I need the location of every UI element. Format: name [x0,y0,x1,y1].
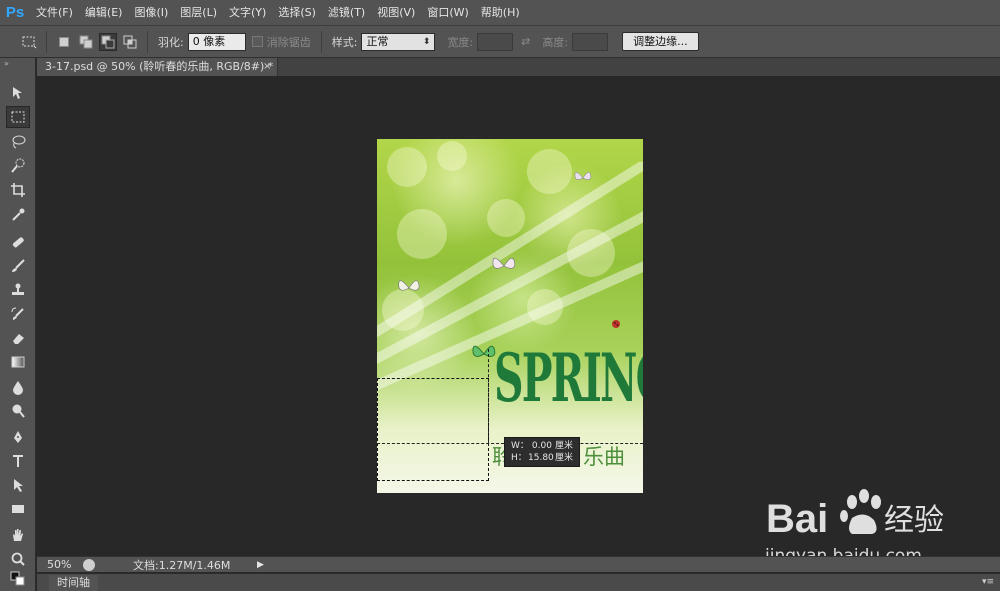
width-input[interactable] [477,32,514,51]
close-icon[interactable]: × [263,58,271,76]
tooltip-height-row: H： 15.80 厘米 [511,452,573,464]
history-brush-icon[interactable] [6,303,30,325]
tooltip-h-unit: 厘米 [554,453,573,463]
document-info: 文档:1.27M/1.46M [133,558,231,572]
tooltip-h-value: 15.80 [528,453,554,463]
bokeh-light [387,147,427,187]
tools-panel: » [0,58,36,591]
baidu-brand-left: Bai [766,497,828,541]
subtitle-right: 乐曲 [583,445,625,469]
tooltip-w-unit: 厘米 [554,441,573,451]
spring-title: SPRING [494,339,643,417]
menu-bar: Ps 文件(F) 编辑(E) 图像(I) 图层(L) 文字(Y) 选择(S) 滤… [0,0,1000,25]
width-label: 宽度: [447,35,474,49]
tooltip-h-label: H： [511,453,527,463]
options-bar: 羽化: 0 像素 消除锯齿 样式: 正常 ⬍ 宽度: ⇄ 高度: 调整边缘... [0,25,1000,58]
menu-select[interactable]: 选择(S) [272,0,322,25]
options-divider [46,30,47,53]
lasso-icon[interactable] [6,131,30,153]
healing-brush-icon[interactable] [6,231,30,253]
options-divider [147,30,148,53]
blur-icon[interactable] [6,376,30,398]
menu-image[interactable]: 图像(I) [128,0,174,25]
butterfly-icon [398,280,420,291]
swap-dimensions-icon[interactable]: ⇄ [513,35,538,48]
panel-menu-icon[interactable]: ▾≡ [982,574,994,590]
menu-view[interactable]: 视图(V) [371,0,421,25]
pen-icon[interactable] [6,426,30,448]
quick-select-icon[interactable] [6,155,30,177]
menu-filter[interactable]: 滤镜(T) [322,0,371,25]
timeline-tab[interactable]: 时间轴 [49,575,98,591]
tooltip-w-value: 0.00 [531,441,552,451]
color-swatches-icon[interactable] [6,568,30,590]
baidu-brand-right: 经验 [884,503,944,538]
crop-icon[interactable] [6,179,30,201]
bokeh-light [487,199,525,237]
document-tab-bar: 3-17.psd @ 50% (聆听春的乐曲, RGB/8#) * × [37,58,1000,76]
bokeh-light [437,141,467,171]
eraser-icon[interactable] [6,327,30,349]
selection-guide-vertical [488,349,489,443]
menu-type[interactable]: 文字(Y) [223,0,272,25]
dodge-icon[interactable] [6,400,30,422]
feather-input[interactable]: 0 像素 [187,32,246,51]
status-bar: 50% 文档:1.27M/1.46M ▶ [37,556,1000,572]
style-select[interactable]: 正常 ⬍ [361,32,436,51]
select-arrows-icon: ⬍ [422,36,431,47]
path-select-icon[interactable] [6,474,30,496]
add-selection-icon[interactable] [77,33,95,51]
rectangle-shape-icon[interactable] [6,498,30,520]
butterfly-icon [574,172,592,180]
tool-preset-picker-icon[interactable] [20,33,38,51]
menu-layer[interactable]: 图层(L) [174,0,223,25]
timeline-panel: 时间轴 ▾≡ [37,573,1000,591]
eyedropper-icon[interactable] [6,204,30,226]
document-tab[interactable]: 3-17.psd @ 50% (聆听春的乐曲, RGB/8#) * × [37,58,278,76]
zoom-level[interactable]: 50% [37,558,79,571]
hand-icon[interactable] [6,524,30,546]
menu-file[interactable]: 文件(F) [30,0,79,25]
intersect-selection-icon[interactable] [121,33,139,51]
butterfly-icon [492,257,516,269]
document-tab-title: 3-17.psd @ 50% (聆听春的乐曲, RGB/8#) * [45,60,274,73]
panel-collapse-icon[interactable]: » [0,58,35,69]
clone-stamp-icon[interactable] [6,279,30,301]
type-icon[interactable] [6,450,30,472]
ps-logo: Ps [5,4,25,21]
style-label: 样式: [331,35,358,49]
ladybug-icon [612,320,620,328]
antialias-checkbox[interactable] [251,36,263,47]
menu-window[interactable]: 窗口(W) [421,0,474,25]
paw-icon [840,489,881,534]
bokeh-light [397,209,447,259]
options-divider [320,30,322,53]
tooltip-width-row: W： 0.00 厘米 [511,440,573,452]
new-selection-icon[interactable] [55,33,73,51]
menu-edit[interactable]: 编辑(E) [79,0,129,25]
feather-label: 羽化: [158,35,184,49]
tooltip-w-label: W： [511,441,529,451]
height-input[interactable] [572,32,609,51]
style-select-value: 正常 [366,34,389,48]
canvas-area[interactable]: SPRING 聆 乐曲 [37,76,1000,554]
menu-help[interactable]: 帮助(H) [475,0,526,25]
antialias-label: 消除锯齿 [266,35,311,49]
brush-icon[interactable] [6,255,30,277]
gradient-icon[interactable] [6,351,30,373]
subtract-selection-icon[interactable] [99,32,117,51]
photoshop-window: Ps 文件(F) 编辑(E) 图像(I) 图层(L) 文字(Y) 选择(S) 滤… [0,0,1000,591]
baidu-watermark-logo: Bai 经验 [766,489,944,541]
status-menu-arrow-icon[interactable]: ▶ [257,560,264,570]
selection-size-tooltip: W： 0.00 厘米 H： 15.80 厘米 [504,437,580,467]
rect-marquee-icon[interactable] [6,106,30,128]
bokeh-light [527,149,572,194]
move-icon[interactable] [6,82,30,104]
refine-edge-button[interactable]: 调整边缘... [622,32,699,51]
height-label: 高度: [542,35,569,49]
zoom-icon[interactable] [6,548,30,570]
status-icon[interactable] [83,558,95,571]
